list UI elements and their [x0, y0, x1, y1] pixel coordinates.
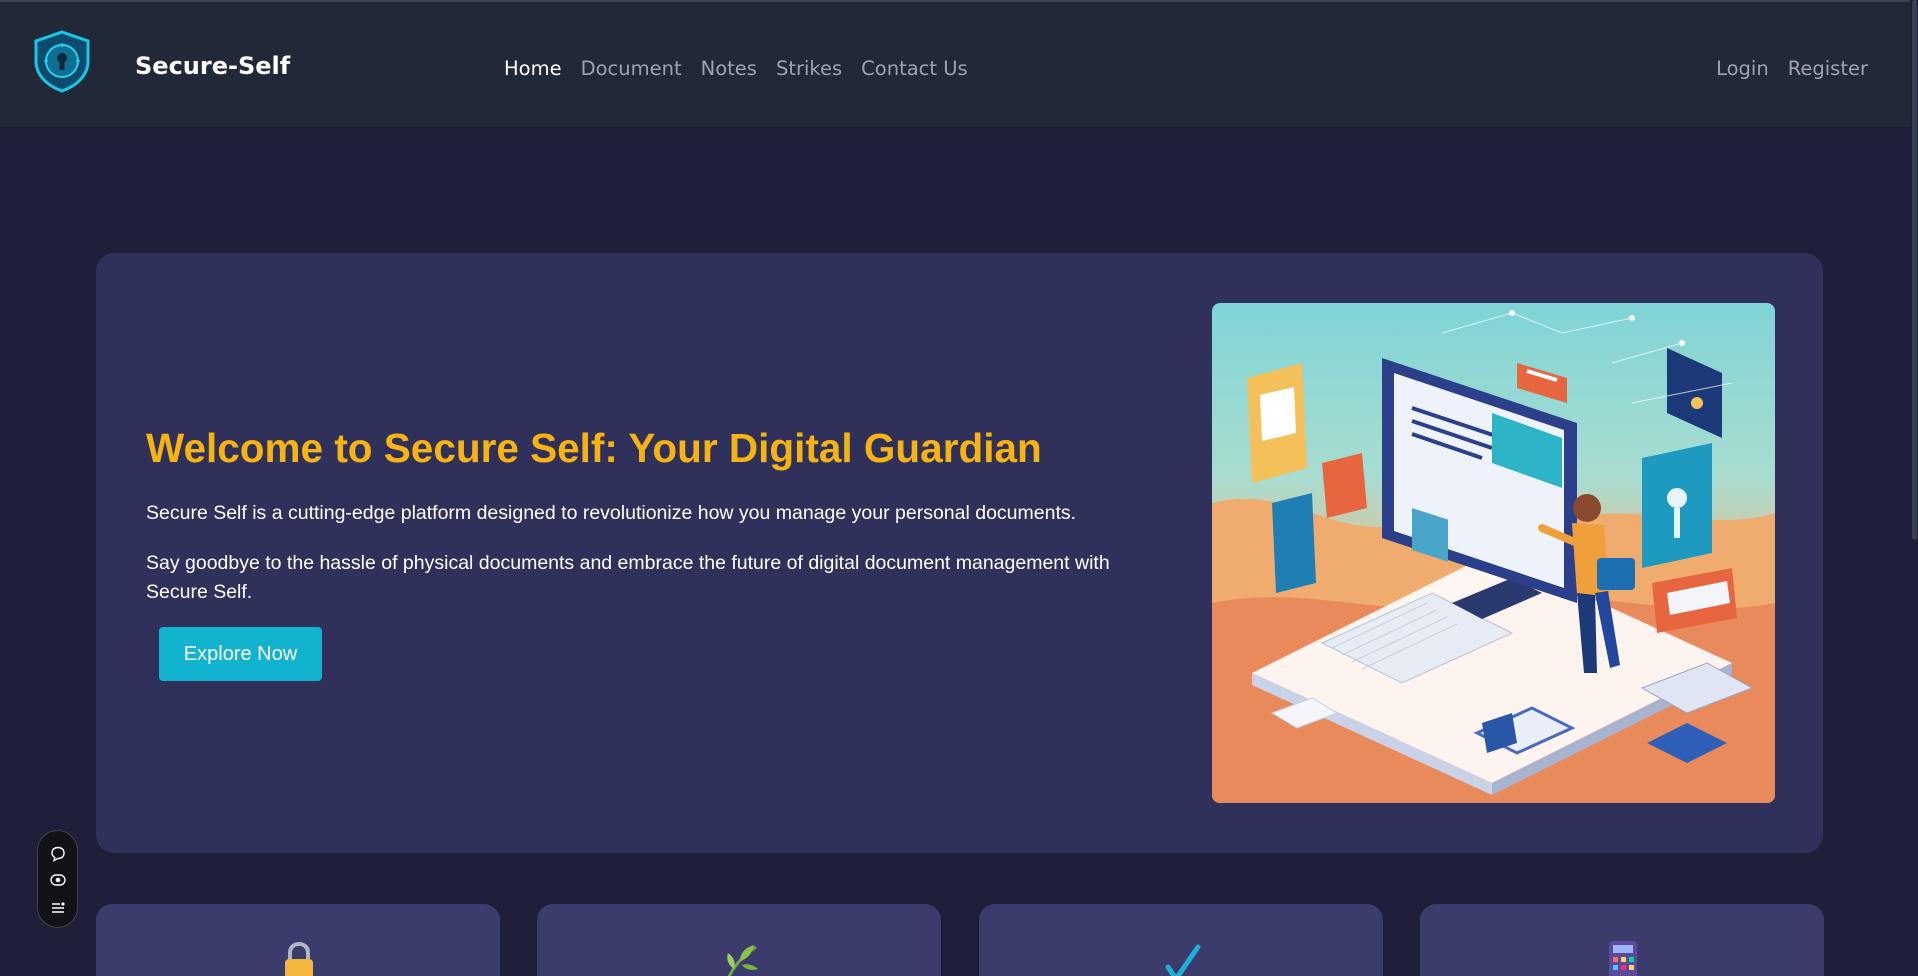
- explore-now-button[interactable]: Explore Now: [159, 627, 322, 681]
- leaf-icon: [727, 945, 758, 976]
- feature-card-growth[interactable]: [537, 904, 941, 976]
- login-link[interactable]: Login: [1716, 57, 1769, 80]
- nav-link-notes[interactable]: Notes: [701, 57, 757, 80]
- nav-link-contact-us[interactable]: Contact Us: [861, 57, 968, 80]
- floating-tool-widget: [37, 830, 78, 928]
- page-scrollbar[interactable]: [1910, 0, 1918, 976]
- feature-card-verified[interactable]: [979, 904, 1383, 976]
- shield-logo-icon[interactable]: [30, 29, 94, 93]
- auth-nav: Login Register: [1716, 57, 1868, 80]
- hero-illustration: [1212, 303, 1775, 803]
- lock-icon: [285, 941, 313, 976]
- nav-link-document[interactable]: Document: [581, 57, 682, 80]
- chat-icon[interactable]: [49, 845, 67, 863]
- feature-card-tools[interactable]: [1420, 904, 1824, 976]
- feature-card-security[interactable]: [96, 904, 500, 976]
- menu-icon[interactable]: [49, 899, 67, 917]
- visibility-icon[interactable]: [49, 871, 67, 889]
- nav-link-strikes[interactable]: Strikes: [776, 57, 842, 80]
- hero-subdescription: Say goodbye to the hassle of physical do…: [146, 552, 1110, 603]
- register-link[interactable]: Register: [1788, 57, 1868, 80]
- isometric-document-illustration: [1212, 310, 1775, 803]
- scrollbar-thumb[interactable]: [1912, 0, 1917, 540]
- hero-section: Welcome to Secure Self: Your Digital Gua…: [96, 253, 1823, 853]
- brand-name[interactable]: Secure-Self: [135, 52, 290, 80]
- checkmark-icon: [1165, 944, 1201, 976]
- main-nav: Home Document Notes Strikes Contact Us: [504, 57, 968, 80]
- nav-link-home[interactable]: Home: [504, 57, 562, 80]
- hero-description: Secure Self is a cutting-edge platform d…: [146, 502, 1077, 524]
- calculator-icon: [1609, 941, 1637, 976]
- hero-title: Welcome to Secure Self: Your Digital Gua…: [146, 425, 1042, 471]
- top-navbar: Secure-Self Home Document Notes Strikes …: [0, 0, 1918, 127]
